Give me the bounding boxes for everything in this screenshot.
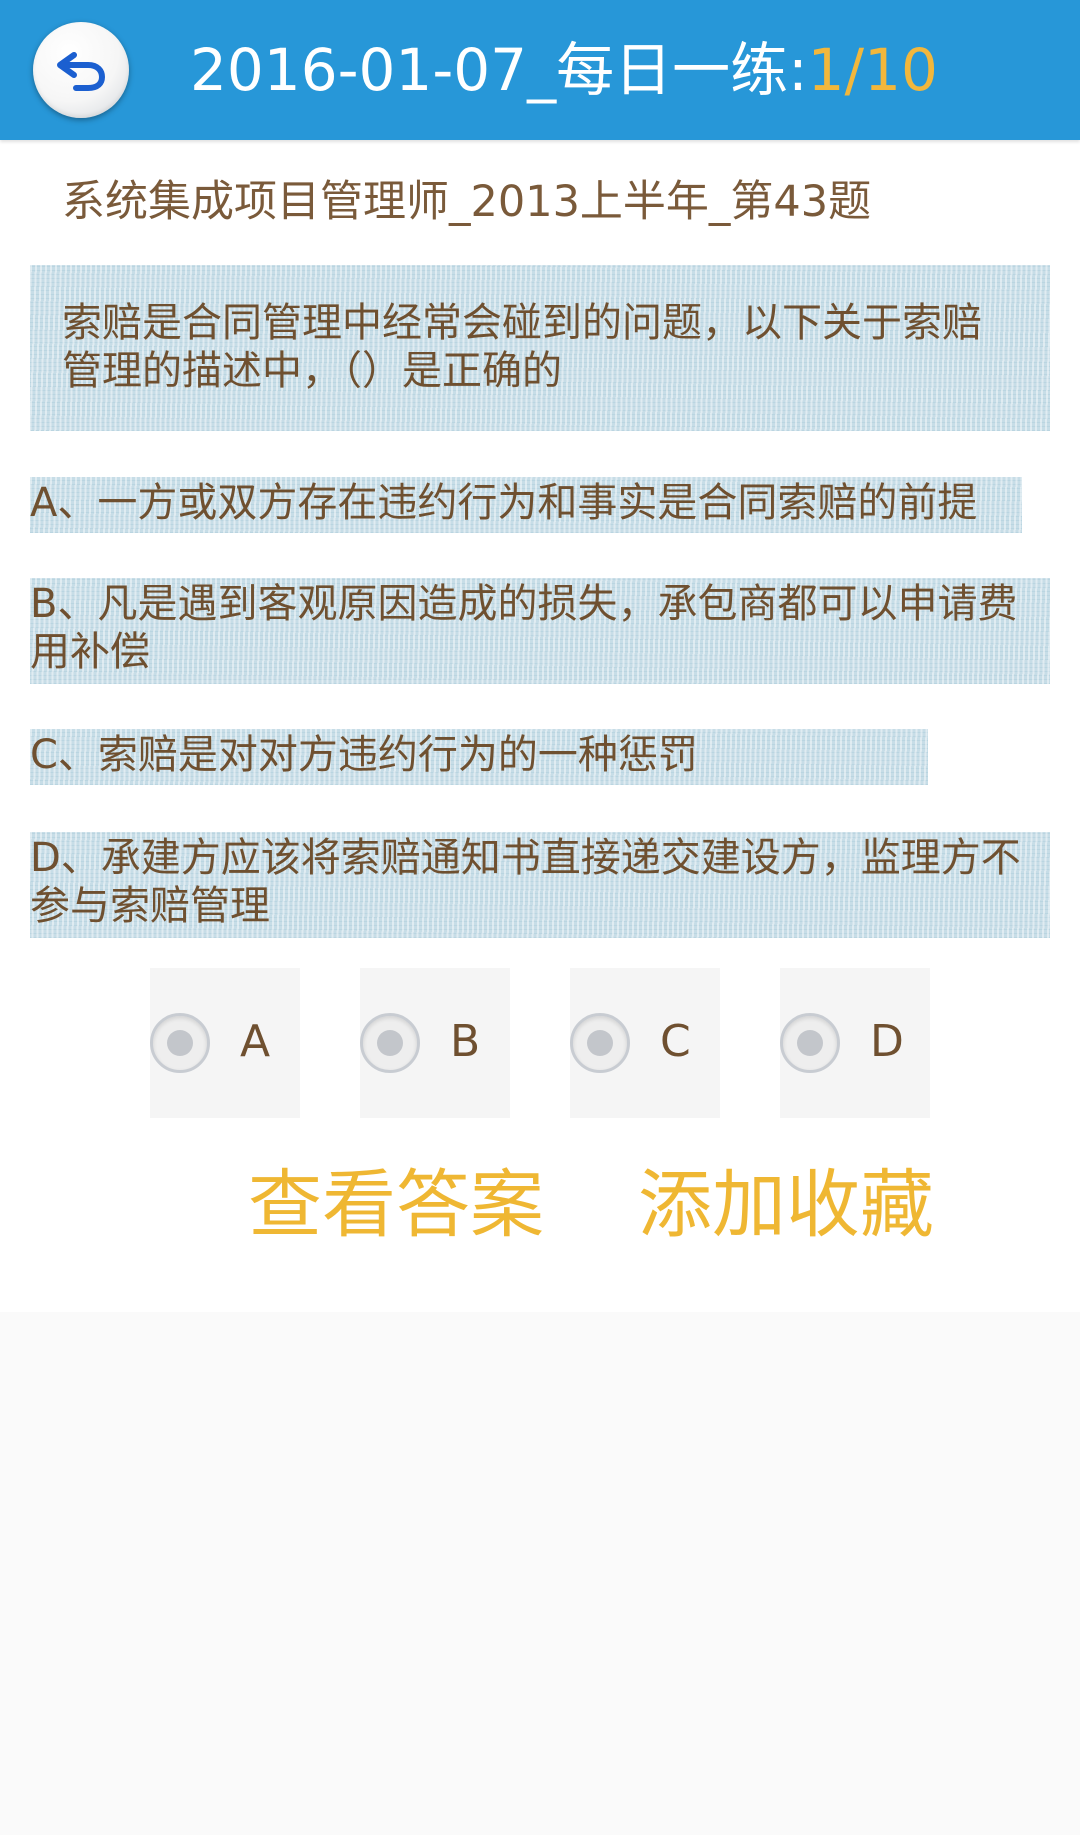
title-text: 2016-01-07_每日一练: bbox=[190, 36, 808, 104]
question-stem: 索赔是合同管理中经常会碰到的问题，以下关于索赔管理的描述中，（）是正确的 bbox=[30, 265, 1050, 431]
header-bar: 2016-01-07_每日一练:1/10 bbox=[0, 0, 1080, 140]
empty-content-area bbox=[0, 1312, 1080, 1835]
option-a: A、一方或双方存在违约行为和事实是合同索赔的前提 bbox=[30, 477, 1022, 533]
option-d: D、承建方应该将索赔通知书直接递交建设方，监理方不参与索赔管理 bbox=[30, 832, 1050, 938]
answer-label-a: A bbox=[240, 1016, 271, 1067]
answer-radio-a[interactable]: A bbox=[150, 968, 300, 1118]
radio-icon bbox=[570, 1013, 630, 1073]
question-progress: 1/10 bbox=[807, 36, 938, 104]
answer-radio-d[interactable]: D bbox=[780, 968, 930, 1118]
answer-label-b: B bbox=[450, 1016, 481, 1067]
quiz-page: 2016-01-07_每日一练:1/10 系统集成项目管理师_2013上半年_第… bbox=[0, 0, 1080, 1835]
view-answer-button[interactable]: 查看答案 bbox=[248, 1160, 544, 1250]
radio-icon bbox=[780, 1013, 840, 1073]
back-arrow-icon bbox=[57, 52, 105, 91]
page-title: 2016-01-07_每日一练:1/10 bbox=[190, 28, 938, 112]
radio-icon bbox=[360, 1013, 420, 1073]
back-button[interactable] bbox=[33, 22, 129, 118]
answer-label-d: D bbox=[870, 1016, 904, 1067]
answer-radio-b[interactable]: B bbox=[360, 968, 510, 1118]
answer-radio-c[interactable]: C bbox=[570, 968, 720, 1118]
question-stem-text: 索赔是合同管理中经常会碰到的问题，以下关于索赔管理的描述中，（）是正确的 bbox=[62, 300, 982, 394]
option-c: C、索赔是对对方违约行为的一种惩罚 bbox=[30, 729, 928, 785]
option-b: B、凡是遇到客观原因造成的损失，承包商都可以申请费用补偿 bbox=[30, 578, 1050, 684]
radio-icon bbox=[150, 1013, 210, 1073]
question-source: 系统集成项目管理师_2013上半年_第43题 bbox=[62, 177, 872, 227]
answer-label-c: C bbox=[660, 1016, 691, 1067]
add-favorite-button[interactable]: 添加收藏 bbox=[638, 1160, 934, 1250]
